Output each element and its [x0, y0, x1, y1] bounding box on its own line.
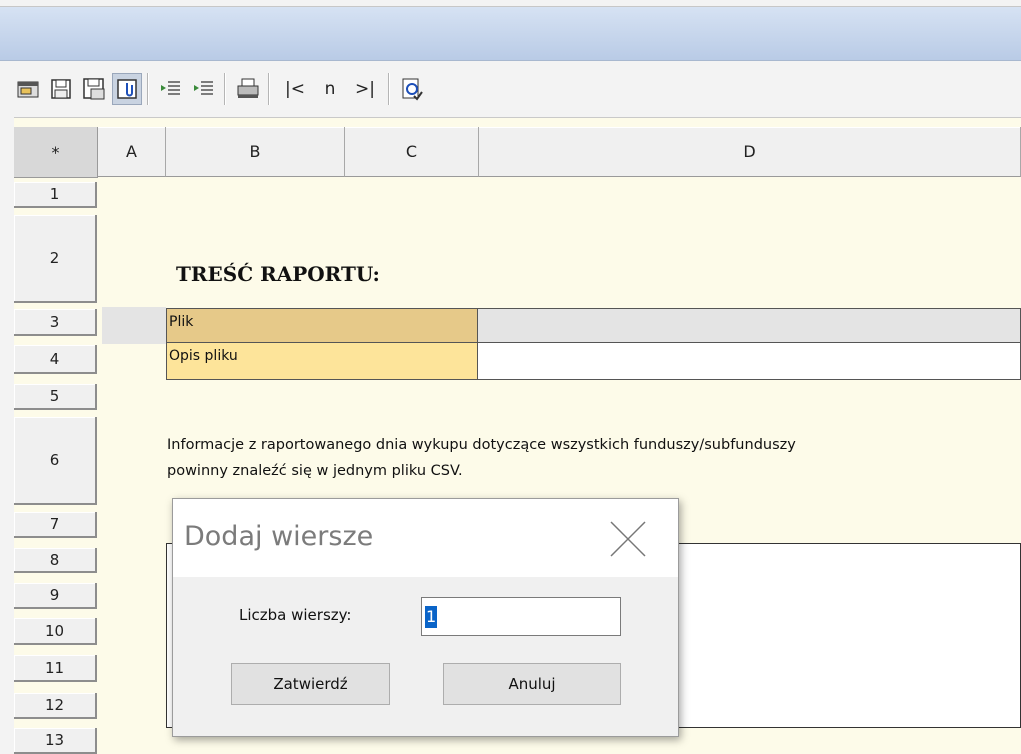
- toolbar-separator: [224, 73, 226, 105]
- row-header-3[interactable]: 3: [14, 309, 97, 336]
- column-header-a[interactable]: A: [98, 127, 166, 177]
- validate-icon[interactable]: [398, 74, 426, 104]
- toolbar-separator: [388, 73, 390, 105]
- save-as-icon[interactable]: [80, 74, 108, 104]
- toolbar-separator: [268, 73, 270, 105]
- row-header-5[interactable]: 5: [14, 384, 97, 410]
- add-rows-dialog: Dodaj wiersze Liczba wierszy: 1 Zatwierd…: [172, 498, 679, 737]
- toolbar: |< n >|: [0, 61, 1021, 118]
- row-header-4[interactable]: 4: [14, 345, 97, 374]
- info-line-1: Informacje z raportowanego dnia wykupu d…: [167, 437, 796, 453]
- select-all-corner[interactable]: *: [14, 127, 98, 178]
- save-icon[interactable]: [47, 74, 75, 104]
- row-header-6[interactable]: 6: [14, 417, 97, 505]
- attach-icon[interactable]: [112, 73, 142, 105]
- indent-right-icon[interactable]: [190, 74, 218, 104]
- report-title: TREŚĆ RAPORTU:: [176, 262, 380, 286]
- close-icon[interactable]: [608, 519, 648, 559]
- row-header-11[interactable]: 11: [14, 655, 97, 682]
- toolbar-separator: [147, 73, 149, 105]
- row-3-cell-a: [102, 307, 166, 344]
- open-icon[interactable]: [14, 74, 42, 104]
- row-header-10[interactable]: 10: [14, 618, 97, 645]
- window-top-edge: [0, 0, 1021, 7]
- plik-value-cell[interactable]: [477, 308, 1021, 343]
- print-icon[interactable]: [234, 74, 262, 104]
- column-header-c[interactable]: C: [345, 127, 479, 177]
- indent-left-icon[interactable]: [157, 74, 185, 104]
- opis-pliku-input[interactable]: [477, 342, 1021, 380]
- plik-label-cell: Plik: [166, 308, 478, 343]
- row-count-label: Liczba wierszy:: [239, 606, 352, 624]
- row-header-7[interactable]: 7: [14, 512, 97, 538]
- confirm-button[interactable]: Zatwierdź: [231, 663, 390, 705]
- row-count-input[interactable]: [421, 597, 621, 636]
- row-count-value: 1: [425, 606, 438, 628]
- info-line-2: powinny znaleźć się w jednym pliku CSV.: [167, 463, 463, 479]
- cancel-button[interactable]: Anuluj: [443, 663, 621, 705]
- column-header-b[interactable]: B: [166, 127, 345, 177]
- sheet-left-edge: [0, 117, 14, 754]
- info-text: Informacje z raportowanego dnia wykupu d…: [167, 432, 1021, 484]
- last-record-button[interactable]: >|: [350, 73, 380, 105]
- title-bar: [0, 7, 1021, 61]
- dialog-title-bar: Dodaj wiersze: [173, 499, 678, 577]
- dialog-title: Dodaj wiersze: [184, 521, 374, 552]
- first-record-button[interactable]: |<: [281, 73, 309, 105]
- row-header-13[interactable]: 13: [14, 728, 97, 754]
- row-header-1[interactable]: 1: [14, 182, 97, 208]
- row-header-8[interactable]: 8: [14, 548, 97, 573]
- row-header-2[interactable]: 2: [14, 215, 97, 303]
- opis-pliku-label-cell: Opis pliku: [166, 342, 478, 380]
- record-n-button[interactable]: n: [317, 73, 343, 105]
- row-header-12[interactable]: 12: [14, 693, 97, 719]
- row-header-9[interactable]: 9: [14, 583, 97, 609]
- column-header-d[interactable]: D: [479, 127, 1021, 177]
